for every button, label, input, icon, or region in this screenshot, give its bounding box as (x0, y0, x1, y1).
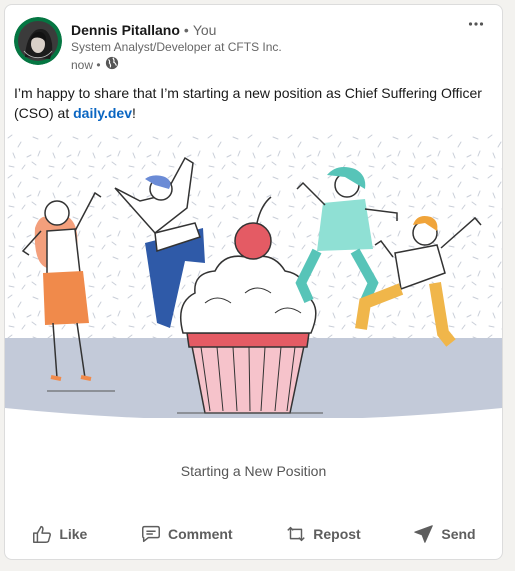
avatar[interactable] (14, 17, 62, 65)
action-bar: Like Comment Repost Send (5, 517, 502, 551)
repost-label: Repost (313, 526, 361, 542)
like-button[interactable]: Like (23, 517, 95, 551)
thumbs-up-icon (31, 523, 53, 545)
company-link[interactable]: daily.dev (73, 105, 132, 121)
send-label: Send (441, 526, 476, 542)
like-label: Like (59, 526, 88, 542)
post-card: Dennis Pitallano • You System Analyst/Deve… (4, 4, 503, 560)
post-illustration[interactable] (5, 133, 502, 439)
globe-icon (105, 56, 119, 73)
repost-button[interactable]: Repost (277, 517, 368, 551)
author-name[interactable]: Dennis Pitallano (71, 22, 180, 38)
post-text: I’m happy to share that I’m starting a n… (14, 83, 484, 123)
post-caption: Starting a New Position (180, 463, 327, 479)
author-relation: You (192, 22, 217, 38)
divider (5, 505, 502, 506)
comment-icon (140, 523, 162, 545)
send-button[interactable]: Send (405, 517, 483, 551)
post-timestamp: now • (71, 57, 101, 72)
comment-label: Comment (168, 526, 233, 542)
post-text-end: ! (132, 105, 136, 121)
more-options-button[interactable] (464, 17, 488, 37)
author-headline: System Analyst/Developer at CFTS Inc. (71, 40, 282, 54)
repost-icon (285, 523, 307, 545)
comment-button[interactable]: Comment (132, 517, 241, 551)
send-icon (413, 523, 435, 545)
name-separator: • (183, 22, 189, 38)
author-name-line[interactable]: Dennis Pitallano • You (71, 22, 216, 38)
post-time: now • (71, 56, 119, 73)
